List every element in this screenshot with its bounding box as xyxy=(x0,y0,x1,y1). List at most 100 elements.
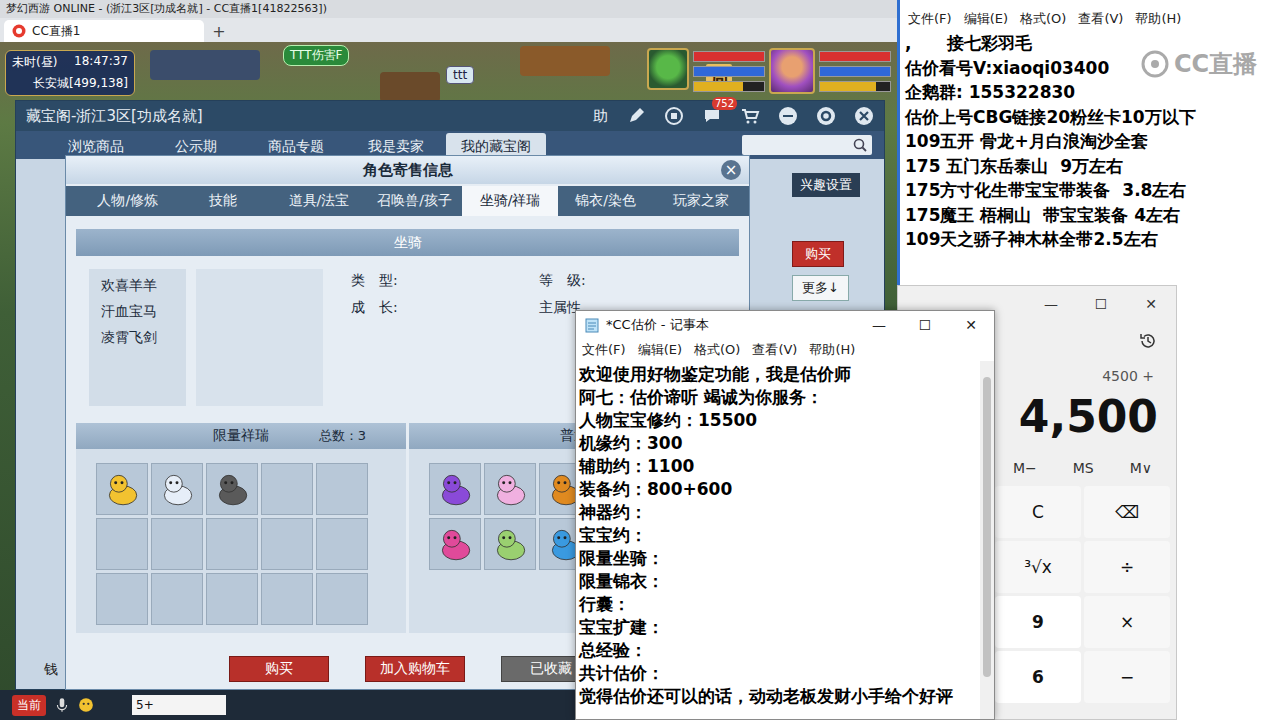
memory-button[interactable]: M∨ xyxy=(1130,460,1152,476)
dialog-close-button[interactable]: × xyxy=(721,160,741,180)
calc-key[interactable]: 9 xyxy=(995,596,1081,648)
calc-key[interactable]: ÷ xyxy=(1084,541,1170,593)
menu-item[interactable]: 文件(F) xyxy=(582,341,626,359)
slot[interactable] xyxy=(484,518,536,570)
slot[interactable] xyxy=(206,573,258,625)
dialog-tab[interactable]: 召唤兽/孩子 xyxy=(367,186,463,216)
window-control[interactable]: ✕ xyxy=(1126,286,1176,321)
more-button[interactable]: 更多↓ xyxy=(792,275,849,301)
desktop: 梦幻西游 ONLINE - (浙江3区[功成名就] - CC直播1[418225… xyxy=(0,0,1280,720)
window-control[interactable]: ☐ xyxy=(902,317,948,333)
window-control[interactable]: — xyxy=(1026,286,1076,321)
dialog-tab[interactable]: 道具/法宝 xyxy=(271,186,367,216)
text-line: 辅助约：1100 xyxy=(579,455,980,478)
search-field[interactable] xyxy=(742,135,872,155)
buy-button[interactable]: 购买 xyxy=(792,241,844,267)
text-line: 175魔王 梧桐山 带宝宝装备 4左右 xyxy=(905,203,1280,228)
slot[interactable] xyxy=(96,573,148,625)
dialog-tab[interactable]: 技能 xyxy=(176,186,272,216)
slot[interactable] xyxy=(261,518,313,570)
player-portrait-icon[interactable] xyxy=(769,48,815,94)
slot[interactable] xyxy=(429,518,481,570)
channel-button[interactable]: 当前 xyxy=(12,695,46,716)
cart-icon[interactable] xyxy=(740,106,760,126)
menu-item[interactable]: 帮助(H) xyxy=(809,341,855,359)
notepad-text[interactable]: 欢迎使用好物鉴定功能，我是估价师阿七：估价谛听 竭诚为你服务：人物宝宝修约：15… xyxy=(576,361,980,719)
slot[interactable] xyxy=(151,518,203,570)
scrollbar[interactable] xyxy=(980,361,994,719)
window-control[interactable]: ✕ xyxy=(948,317,994,333)
slot[interactable] xyxy=(151,463,203,515)
pen-icon[interactable] xyxy=(626,106,646,126)
text-line: 神器约： xyxy=(579,501,980,524)
memory-button[interactable]: M− xyxy=(1013,460,1037,476)
dialog-tab[interactable]: 坐骑/祥瑞 xyxy=(462,186,558,216)
slot[interactable] xyxy=(484,463,536,515)
slot[interactable] xyxy=(96,518,148,570)
dialog-button[interactable]: 加入购物车 xyxy=(365,656,465,682)
scene-label[interactable]: ttt xyxy=(446,66,474,84)
pet-portrait-icon[interactable] xyxy=(647,48,689,90)
calc-key[interactable]: − xyxy=(1084,651,1170,703)
menu-item[interactable]: 查看(V) xyxy=(1078,10,1123,30)
slot[interactable] xyxy=(151,573,203,625)
slot[interactable] xyxy=(429,463,481,515)
menu-item[interactable]: 格式(O) xyxy=(1020,10,1066,30)
dialog-tab[interactable]: 锦衣/染色 xyxy=(558,186,654,216)
cbg-title-bar: 藏宝阁-浙江3区[功成名就] 助 752 xyxy=(16,101,884,131)
calc-key[interactable]: × xyxy=(1084,596,1170,648)
location[interactable]: 长安城[499,138] xyxy=(12,75,128,92)
scene-label[interactable]: TTT伤害F xyxy=(283,45,349,66)
bar-fill xyxy=(820,52,890,61)
slot[interactable] xyxy=(261,463,313,515)
slot[interactable] xyxy=(206,463,258,515)
chat-input[interactable]: 5+ xyxy=(132,695,226,715)
minimize-icon[interactable] xyxy=(778,106,798,126)
calc-key[interactable]: ³√x xyxy=(995,541,1081,593)
pet-bar xyxy=(693,51,765,62)
calc-key[interactable]: 6 xyxy=(995,651,1081,703)
slot[interactable] xyxy=(316,463,368,515)
close-icon[interactable] xyxy=(854,106,874,126)
dialog-tab[interactable]: 人物/修炼 xyxy=(80,186,176,216)
time-row: 未时(昼) 18:47:37 xyxy=(12,54,128,71)
mount-preview xyxy=(196,269,323,406)
browser-tab[interactable]: CC直播1 xyxy=(4,20,204,42)
dialog-tab[interactable]: 玩家之家 xyxy=(653,186,749,216)
calc-key[interactable]: C xyxy=(995,486,1081,538)
window-control[interactable]: — xyxy=(856,317,902,333)
pet-icon xyxy=(156,468,198,510)
help-button[interactable]: 助 xyxy=(593,107,608,126)
menu-item[interactable]: 文件(F) xyxy=(908,10,952,30)
menu-item[interactable]: 编辑(E) xyxy=(964,10,1008,30)
bar-fill xyxy=(820,82,876,91)
mount-item[interactable]: 欢喜羊羊 xyxy=(89,273,186,299)
menu-item[interactable]: 编辑(E) xyxy=(638,341,682,359)
mic-icon[interactable] xyxy=(54,697,70,713)
window-control[interactable]: ☐ xyxy=(1076,286,1126,321)
memory-button[interactable]: MS xyxy=(1073,460,1094,476)
dialog-button[interactable]: 购买 xyxy=(229,656,329,682)
search-icon xyxy=(852,137,868,153)
menu-item[interactable]: 格式(O) xyxy=(694,341,740,359)
slot[interactable] xyxy=(206,518,258,570)
calc-key[interactable]: ⌫ xyxy=(1084,486,1170,538)
mount-item[interactable]: 汗血宝马 xyxy=(89,299,186,325)
emoji-icon[interactable] xyxy=(78,697,94,713)
menu-item[interactable]: 帮助(H) xyxy=(1135,10,1181,30)
new-tab-button[interactable]: + xyxy=(208,20,230,42)
stop-icon[interactable] xyxy=(664,106,684,126)
slot[interactable] xyxy=(316,573,368,625)
slot[interactable] xyxy=(96,463,148,515)
mount-item[interactable]: 凌霄飞剑 xyxy=(89,325,186,351)
scroll-thumb[interactable] xyxy=(983,377,991,677)
slot[interactable] xyxy=(316,518,368,570)
menu-item[interactable]: 查看(V) xyxy=(752,341,797,359)
message-button[interactable]: 752 xyxy=(702,106,722,126)
history-icon[interactable] xyxy=(1138,331,1158,351)
settings-icon[interactable] xyxy=(816,106,836,126)
slot[interactable] xyxy=(261,573,313,625)
interest-settings-button[interactable]: 兴趣设置 xyxy=(792,173,860,197)
field-label: 等 级: xyxy=(539,272,659,299)
pet-bar xyxy=(693,66,765,77)
